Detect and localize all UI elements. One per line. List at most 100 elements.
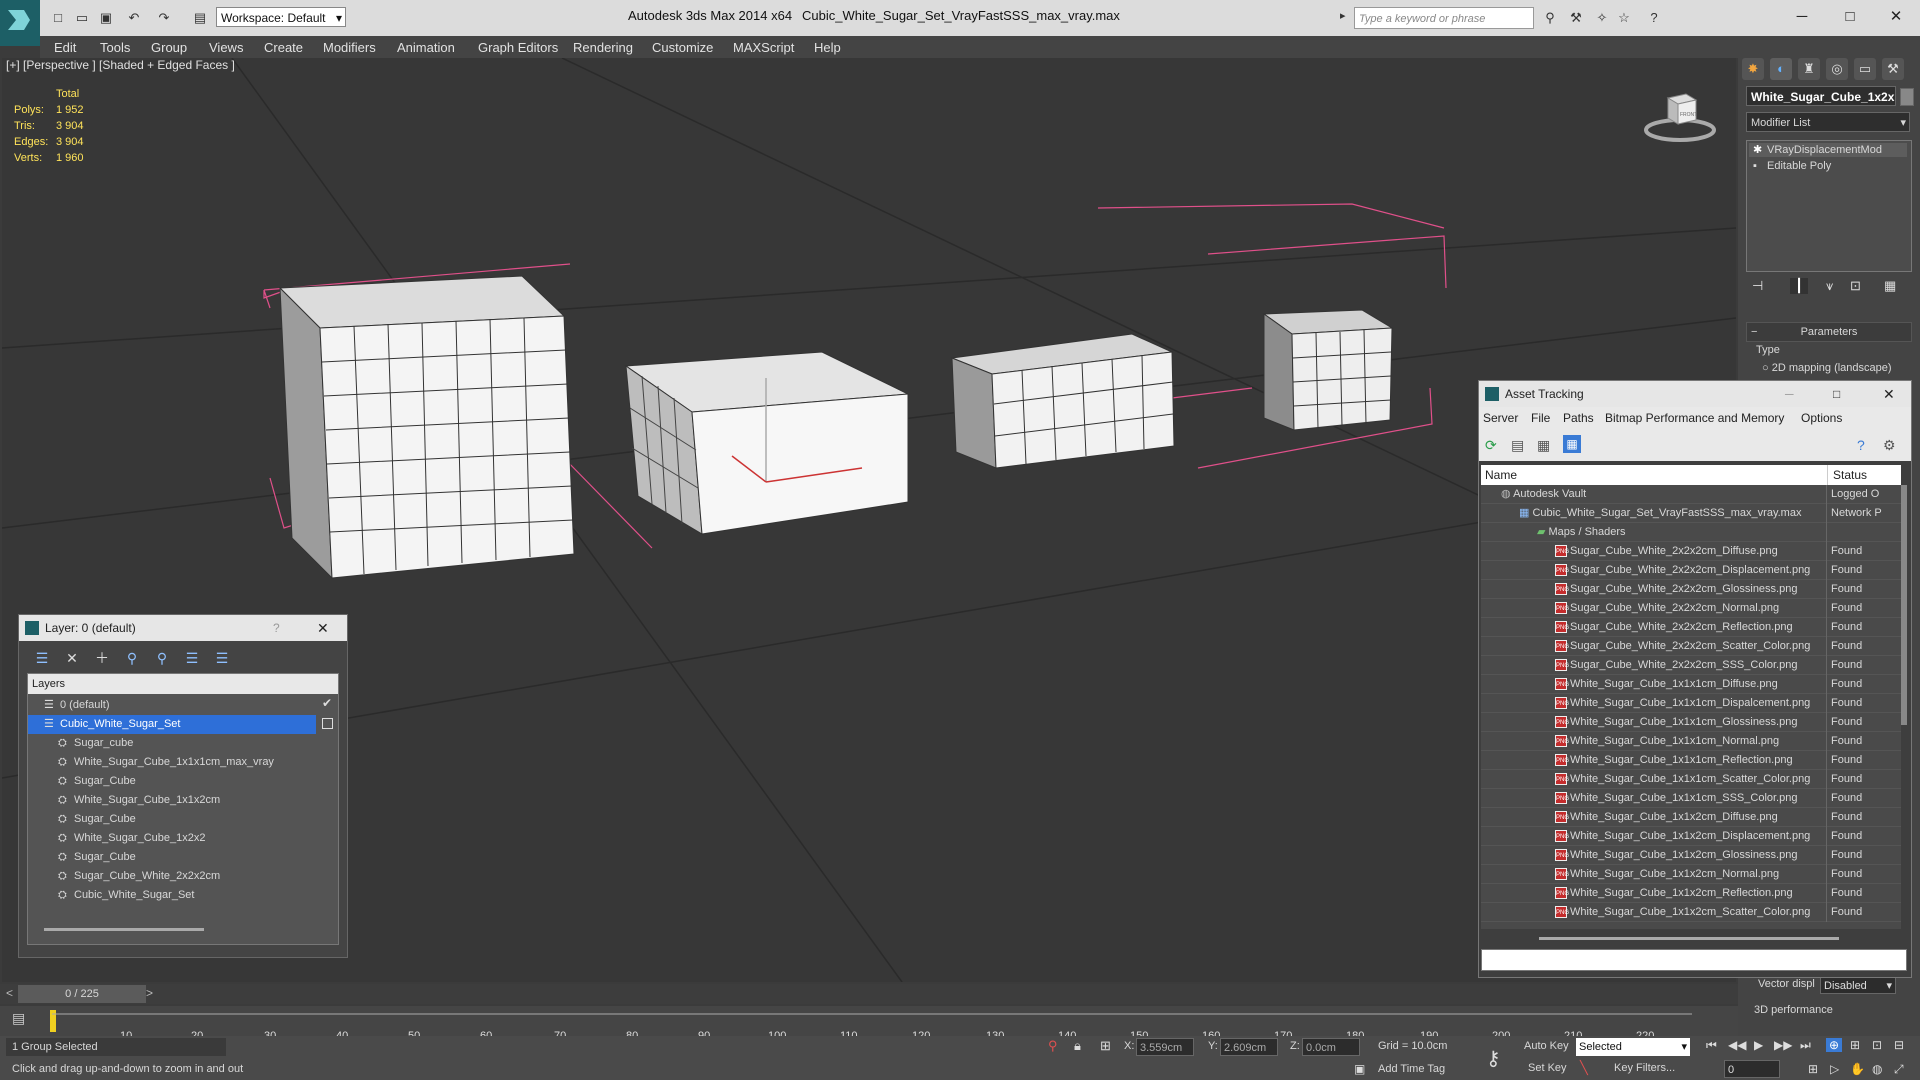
- open-file-icon[interactable]: ▭: [72, 8, 92, 28]
- zoom-extents-icon[interactable]: ⊡: [1872, 1038, 1882, 1052]
- asset-row[interactable]: PNGSugar_Cube_White_2x2x2cm_SSS_Color.pn…: [1481, 656, 1901, 675]
- undo-icon[interactable]: ↶: [124, 8, 144, 28]
- menu-animation[interactable]: Animation: [397, 40, 455, 55]
- y-coordinate-field[interactable]: 2.609cm: [1220, 1038, 1278, 1056]
- prev-frame-icon[interactable]: <: [6, 986, 13, 1000]
- asset-menu-server[interactable]: Server: [1483, 411, 1518, 425]
- layer-row[interactable]: ⛭ Sugar_Cube: [28, 848, 316, 867]
- asset-row[interactable]: PNGSugar_Cube_White_2x2x2cm_Displacement…: [1481, 561, 1901, 580]
- help-icon[interactable]: ?: [273, 615, 280, 641]
- current-frame-field[interactable]: 0: [1724, 1060, 1780, 1078]
- layer-row[interactable]: ☰ 0 (default): [28, 696, 316, 715]
- prev-key-icon[interactable]: ◀◀: [1728, 1038, 1746, 1052]
- menu-customize[interactable]: Customize: [652, 40, 713, 55]
- key-filters-button[interactable]: Key Filters...: [1614, 1062, 1675, 1074]
- search-expand-icon[interactable]: ▸: [1340, 9, 1346, 22]
- zoom-all-icon[interactable]: ⊞: [1850, 1038, 1860, 1052]
- grid-view-icon[interactable]: ▦: [1563, 435, 1581, 453]
- play-icon[interactable]: ▶: [1754, 1038, 1763, 1052]
- modifier-list-dropdown[interactable]: Modifier List ▾: [1746, 112, 1910, 132]
- asset-row[interactable]: PNGWhite_Sugar_Cube_1x1x1cm_Glossiness.p…: [1481, 713, 1901, 732]
- time-slider[interactable]: < 0 / 225 >: [0, 984, 1738, 1004]
- parameters-rollout[interactable]: − Parameters: [1746, 322, 1912, 342]
- goto-end-icon[interactable]: ⏭: [1800, 1038, 1811, 1053]
- close-icon[interactable]: ✕: [317, 615, 329, 641]
- layers-column-header[interactable]: Layers: [28, 674, 338, 694]
- layer-row[interactable]: ☰ Cubic_White_Sugar_Set: [28, 715, 316, 734]
- time-slider-thumb[interactable]: 0 / 225: [18, 985, 146, 1003]
- mapping-radio[interactable]: ○ 2D mapping (landscape): [1762, 362, 1892, 374]
- asset-row[interactable]: PNGWhite_Sugar_Cube_1x1x1cm_SSS_Color.pn…: [1481, 789, 1901, 808]
- horizontal-scrollbar[interactable]: [44, 928, 204, 931]
- horizontal-scrollbar[interactable]: [1539, 937, 1839, 940]
- favorites-star-icon[interactable]: ☆: [1614, 8, 1634, 28]
- expand-plus-icon[interactable]: ▪: [1753, 159, 1757, 173]
- close-button[interactable]: ✕: [1883, 381, 1895, 407]
- motion-tab-icon[interactable]: ◎: [1826, 58, 1848, 80]
- lock-selection-icon[interactable]: 🔒︎: [1074, 1038, 1081, 1054]
- help-icon[interactable]: ?: [1644, 8, 1664, 28]
- vertical-scrollbar[interactable]: [1901, 485, 1907, 725]
- lightbulb-icon[interactable]: ✱: [1753, 143, 1762, 157]
- display-tab-icon[interactable]: ▭: [1854, 58, 1876, 80]
- pin-stack-icon[interactable]: ⊣: [1752, 278, 1763, 294]
- field-of-view-icon[interactable]: ▷: [1830, 1062, 1839, 1076]
- table-view-icon[interactable]: ▦: [1537, 437, 1550, 454]
- refresh-icon[interactable]: ⟳: [1485, 437, 1497, 454]
- layer-row[interactable]: ⛭ Sugar_Cube: [28, 810, 316, 829]
- list-view-icon[interactable]: ▤: [1511, 437, 1524, 454]
- add-time-tag-button[interactable]: Add Time Tag: [1378, 1063, 1445, 1075]
- current-layer-check-icon[interactable]: ✔: [322, 696, 332, 710]
- mini-curve-editor-icon[interactable]: ▤: [12, 1010, 25, 1027]
- asset-row[interactable]: PNGWhite_Sugar_Cube_1x1x1cm_Dispalcement…: [1481, 694, 1901, 713]
- remove-modifier-icon[interactable]: ⊡: [1850, 278, 1861, 294]
- asset-row[interactable]: PNGWhite_Sugar_Cube_1x1x1cm_Diffuse.png F…: [1481, 675, 1901, 694]
- menu-rendering[interactable]: Rendering: [573, 40, 633, 55]
- orbit-icon[interactable]: ◍: [1872, 1062, 1882, 1076]
- set-key-button[interactable]: Set Key: [1528, 1062, 1567, 1074]
- asset-row[interactable]: PNGWhite_Sugar_Cube_1x1x2cm_Reflection.p…: [1481, 884, 1901, 903]
- menu-help[interactable]: Help: [814, 40, 841, 55]
- asset-menu-options[interactable]: Options: [1801, 411, 1842, 425]
- layer-row[interactable]: ⛭ Sugar_Cube_White_2x2x2cm: [28, 867, 316, 886]
- menu-graph-editors[interactable]: Graph Editors: [478, 40, 558, 55]
- layer-row[interactable]: ⛭ Cubic_White_Sugar_Set: [28, 886, 316, 905]
- asset-row[interactable]: ◍ Autodesk Vault Logged O: [1481, 485, 1901, 504]
- asset-row[interactable]: PNGSugar_Cube_White_2x2x2cm_Diffuse.png F…: [1481, 542, 1901, 561]
- asset-row[interactable]: PNGSugar_Cube_White_2x2x2cm_Reflection.p…: [1481, 618, 1901, 637]
- time-tag-icon[interactable]: ▣: [1354, 1062, 1365, 1076]
- set-key-icon[interactable]: ⚷: [1486, 1046, 1501, 1071]
- auto-key-button[interactable]: Auto Key: [1524, 1040, 1569, 1052]
- asset-row[interactable]: PNGWhite_Sugar_Cube_1x1x1cm_Reflection.p…: [1481, 751, 1901, 770]
- asset-row[interactable]: PNGWhite_Sugar_Cube_1x1x2cm_Displacement…: [1481, 827, 1901, 846]
- new-file-icon[interactable]: □: [48, 8, 68, 28]
- goto-start-icon[interactable]: ⏮: [1706, 1038, 1717, 1053]
- make-unique-icon[interactable]: ⩛: [1826, 278, 1833, 294]
- minimize-button[interactable]: ─: [1785, 381, 1794, 407]
- layer-row[interactable]: ⛭ Sugar_Cube: [28, 772, 316, 791]
- absolute-mode-icon[interactable]: ⊞: [1100, 1038, 1111, 1054]
- minimize-button[interactable]: ─: [1790, 6, 1814, 28]
- workspace-dropdown[interactable]: Workspace: Default ▾: [216, 7, 346, 27]
- viewport-label[interactable]: [+] [Perspective ] [Shaded + Edged Faces…: [6, 58, 235, 72]
- asset-row[interactable]: ▰ Maps / Shaders: [1481, 523, 1901, 542]
- asset-path-field[interactable]: [1481, 949, 1907, 971]
- maximize-viewport-icon[interactable]: ⤢: [1894, 1062, 1904, 1077]
- layer-checkbox[interactable]: [322, 718, 333, 729]
- asset-row[interactable]: PNGWhite_Sugar_Cube_1x1x1cm_Scatter_Colo…: [1481, 770, 1901, 789]
- menu-tools[interactable]: Tools: [100, 40, 130, 55]
- asset-row[interactable]: ▦ Cubic_White_Sugar_Set_VrayFastSSS_max_…: [1481, 504, 1901, 523]
- menu-edit[interactable]: Edit: [54, 40, 76, 55]
- vector-disp-dropdown[interactable]: Disabled ▾: [1820, 976, 1896, 994]
- menu-group[interactable]: Group: [151, 40, 187, 55]
- time-config-icon[interactable]: ⊞: [1808, 1062, 1818, 1076]
- zoom-icon[interactable]: ⊕: [1826, 1038, 1842, 1052]
- freeze-all-icon[interactable]: ☰: [211, 647, 233, 669]
- menu-maxscript[interactable]: MAXScript: [733, 40, 794, 55]
- layer-row[interactable]: ⛭ Sugar_cube: [28, 734, 316, 753]
- layer-dialog-titlebar[interactable]: Layer: 0 (default) ? ✕: [19, 615, 347, 641]
- column-status-header[interactable]: Status: [1833, 468, 1867, 482]
- hierarchy-tab-icon[interactable]: ♜: [1798, 58, 1820, 80]
- z-coordinate-field[interactable]: 0.0cm: [1302, 1038, 1360, 1056]
- redo-icon[interactable]: ↷: [154, 8, 174, 28]
